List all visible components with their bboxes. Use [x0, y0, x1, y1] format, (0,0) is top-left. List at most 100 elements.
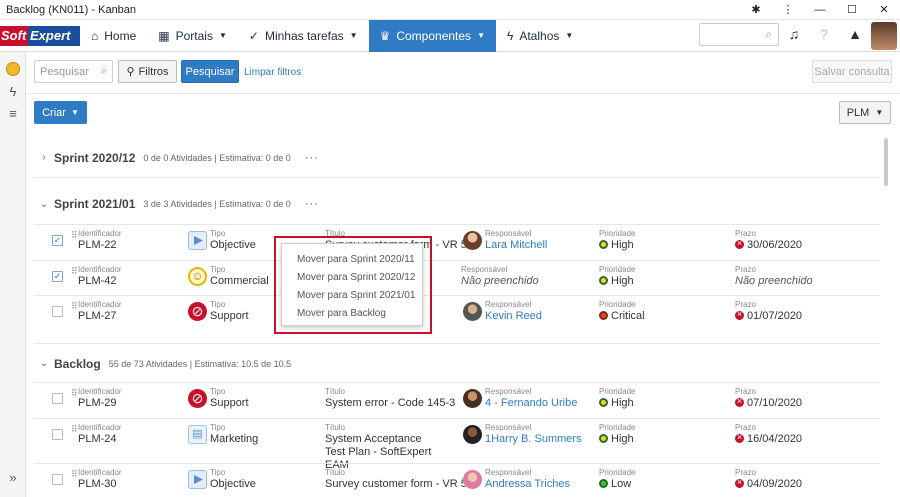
commercial-type-icon [188, 267, 207, 286]
close-icon[interactable]: ✕ [868, 0, 900, 20]
drag-handle-icon[interactable]: ⠿ [71, 469, 78, 480]
drag-handle-icon[interactable]: ⠿ [71, 301, 78, 312]
row-checkbox[interactable]: ✓ [52, 235, 63, 246]
help-icon[interactable]: ? [814, 26, 834, 46]
resp-value[interactable]: Andressa Triches [485, 478, 570, 491]
search-icon: ⌕ [765, 27, 772, 41]
prazo-value: 07/10/2020 [747, 397, 803, 409]
table-row[interactable]: ✓ ⠿ Identificador PLM-22 Tipo Objective Tí… [34, 224, 880, 260]
table-row[interactable]: ✓ ⠿ IdentificadorPLM-42 TipoCommercial R… [34, 260, 880, 296]
smiley-icon[interactable] [4, 60, 22, 78]
search-icon: ⌕ [100, 65, 107, 77]
create-button[interactable]: Criar ▼ [34, 101, 87, 124]
nav-portais[interactable]: ▦ Portais ▼ [147, 20, 238, 52]
nav-atalhos[interactable]: ϟ Atalhos ▼ [496, 20, 584, 52]
vertical-scrollbar[interactable] [884, 138, 888, 186]
filter-lines-icon[interactable]: ≡ [4, 106, 22, 124]
menu-item-move-sprint-2021-01[interactable]: Mover para Sprint 2021/01 [282, 287, 422, 305]
kanban-backlog-list: › Sprint 2020/12 0 de 0 Atividades | Est… [34, 136, 880, 497]
avatar [463, 470, 482, 489]
create-button-label: Criar [42, 106, 66, 119]
resp-label: Responsável [485, 468, 532, 477]
row-checkbox[interactable] [52, 306, 63, 317]
drag-handle-icon[interactable]: ⠿ [71, 388, 78, 399]
chevron-down-icon[interactable]: ⌄ [34, 358, 54, 369]
bell-icon[interactable]: ♫ [784, 26, 804, 46]
objective-type-icon [188, 231, 207, 250]
nav-componentes[interactable]: ♛ Componentes ▼ [368, 19, 496, 52]
priority-high-icon [599, 240, 608, 249]
resp-value[interactable]: 1Harry B. Summers [485, 433, 582, 446]
prazo-label: Prazo [735, 300, 756, 309]
table-row[interactable]: ⠿ IdentificadorPLM-27 TipoSupport Respon… [34, 295, 880, 331]
filters-button[interactable]: ⚲ Filtros [118, 60, 177, 83]
tipo-value: Support [210, 397, 249, 409]
nav-search-input[interactable]: ⌕ [699, 23, 779, 46]
prazo-value: 30/06/2020 [747, 239, 803, 251]
prazo-label: Prazo [735, 387, 756, 396]
section-meta: 0 de 0 Atividades | Estimativa: 0 de 0 [143, 152, 291, 163]
table-row[interactable]: ⠿ IdentificadorPLM-24 TipoMarketing Títu… [34, 418, 880, 471]
prio-label: Prioridade [599, 468, 636, 477]
section-title: Sprint 2020/12 [54, 150, 136, 165]
search-input[interactable]: Pesquisar ⌕ [34, 60, 113, 83]
resp-value[interactable]: Lara Mitchell [485, 239, 547, 252]
prazo-label: Prazo [735, 229, 756, 238]
move-context-menu: Mover para Sprint 2020/11 Mover para Spr… [281, 243, 423, 326]
section-options-button[interactable]: ··· [305, 152, 319, 164]
search-button[interactable]: Pesquisar [181, 60, 239, 83]
minimize-icon[interactable]: — [804, 0, 836, 20]
priority-high-icon [599, 276, 608, 285]
resp-value[interactable]: Kevin Reed [485, 310, 542, 323]
tipo-label: Tipo [210, 387, 226, 396]
section-options-button[interactable]: ··· [305, 198, 319, 210]
clear-filters-link[interactable]: Limpar filtros [244, 67, 301, 78]
id-label: Identificador [78, 423, 122, 432]
menu-item-move-sprint-2020-11[interactable]: Mover para Sprint 2020/11 [282, 251, 422, 269]
prazo-value: Não preenchido [735, 275, 813, 287]
chevron-right-icon[interactable]: › [34, 152, 54, 163]
titulo-value: Survey customer form - VR 5 [325, 478, 467, 490]
save-query-button[interactable]: Salvar consulta [812, 60, 892, 83]
section-backlog[interactable]: ⌄ Backlog 55 de 73 Atividades | Estimati… [34, 343, 880, 383]
row-checkbox[interactable]: ✓ [52, 271, 63, 282]
prazo-label: Prazo [735, 468, 756, 477]
section-title: Sprint 2021/01 [54, 197, 136, 211]
section-sprint-2020-12[interactable]: › Sprint 2020/12 0 de 0 Atividades | Est… [34, 138, 880, 178]
section-sprint-2021-01[interactable]: ⌄ Sprint 2021/01 3 de 3 Atividades | Est… [34, 184, 880, 224]
avatar [463, 302, 482, 321]
table-row[interactable]: ⠿ Identificador PLM-30 Tipo Objective Títu… [34, 463, 880, 497]
more-vert-icon[interactable]: ⋮ [772, 0, 804, 20]
grid-icon: ▦ [158, 28, 170, 43]
nav-minhas-tarefas[interactable]: ✓ Minhas tarefas ▼ [238, 20, 369, 52]
maximize-icon[interactable]: ☐ [836, 0, 868, 20]
overdue-icon [735, 431, 744, 444]
bolt-icon[interactable]: ϟ [4, 84, 22, 102]
table-row[interactable]: ⠿ IdentificadorPLM-29 TipoSupport Título… [34, 382, 880, 418]
support-type-icon [188, 389, 207, 408]
extensions-icon[interactable]: ✱ [740, 0, 772, 20]
user-avatar[interactable] [871, 22, 897, 50]
row-checkbox[interactable] [52, 393, 63, 404]
row-checkbox[interactable] [52, 474, 63, 485]
row-checkbox[interactable] [52, 429, 63, 440]
resp-label: Responsável [485, 423, 532, 432]
prio-label: Prioridade [599, 229, 636, 238]
avatar [463, 389, 482, 408]
home-icon: ⌂ [91, 28, 99, 43]
drag-handle-icon[interactable]: ⠿ [71, 230, 78, 241]
chevron-down-icon[interactable]: ⌄ [34, 199, 54, 210]
objective-type-icon [188, 470, 207, 489]
menu-item-move-backlog[interactable]: Mover para Backlog [282, 305, 422, 323]
drag-handle-icon[interactable]: ⠿ [71, 424, 78, 435]
drag-handle-icon[interactable]: ⠿ [71, 266, 78, 277]
plm-select[interactable]: PLM ▼ [839, 101, 891, 124]
resp-value[interactable]: 4 - Fernando Uribe [485, 397, 577, 410]
graduation-cap-icon[interactable]: ▲ [845, 26, 865, 46]
tipo-label: Tipo [210, 468, 226, 477]
softexpert-logo[interactable]: Soft Expert [0, 22, 80, 50]
menu-item-move-sprint-2020-12[interactable]: Mover para Sprint 2020/12 [282, 269, 422, 287]
nav-home[interactable]: ⌂ Home [80, 20, 147, 52]
resp-label: Responsável [485, 300, 532, 309]
expand-sidebar-icon[interactable]: » [4, 470, 22, 488]
